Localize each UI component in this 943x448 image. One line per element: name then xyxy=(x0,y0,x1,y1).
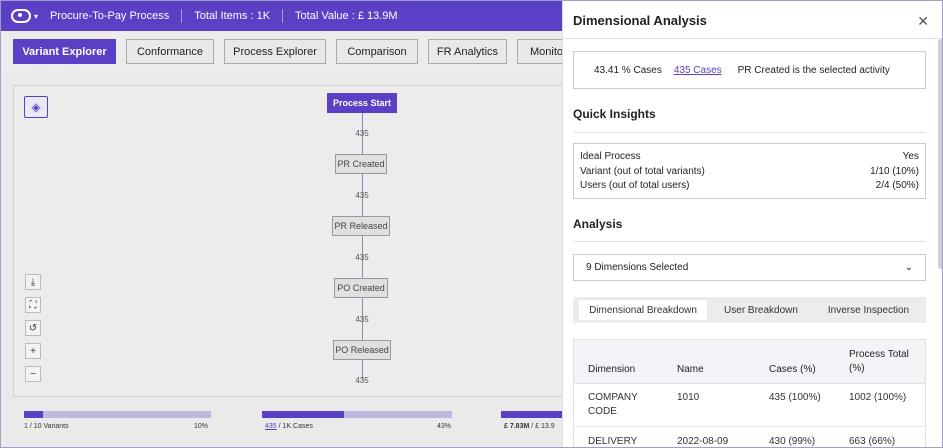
node-pr-created[interactable]: PR Created xyxy=(335,154,387,174)
variants-count: 1 / 10 Variants xyxy=(24,423,69,430)
insights-box: Ideal Process Yes Variant (out of total v… xyxy=(573,143,926,199)
tab-user-breakdown[interactable]: User Breakdown xyxy=(715,300,807,320)
table-cell: 663 (66%) xyxy=(849,436,896,447)
table-cell: 2022-08-09 xyxy=(677,436,729,447)
insight-row: Ideal Process Yes xyxy=(580,151,919,162)
cases-link[interactable]: 435 xyxy=(265,423,277,430)
variants-progress xyxy=(24,411,211,418)
divider xyxy=(573,132,926,133)
cases-pct: 43% xyxy=(437,423,452,430)
edge-label: 435 xyxy=(355,376,369,385)
divider xyxy=(573,241,926,242)
tab-conformance[interactable]: Conformance xyxy=(126,39,214,64)
tab-comparison[interactable]: Comparison xyxy=(336,39,418,64)
column-header-dimension[interactable]: Dimension xyxy=(588,363,635,377)
scrollbar[interactable] xyxy=(938,39,942,269)
column-header-name[interactable]: Name xyxy=(677,363,704,377)
value-progress xyxy=(501,411,563,418)
zoom-in-icon[interactable]: + xyxy=(25,343,41,359)
total-value: Total Value : £ 13.9M xyxy=(295,10,398,22)
process-map-canvas[interactable]: ◈ Process Start 435 PR Created 435 PR Re… xyxy=(13,85,563,397)
node-po-created[interactable]: PO Created xyxy=(334,278,388,298)
main-content: ◈ Process Start 435 PR Created 435 PR Re… xyxy=(1,73,563,447)
zoom-out-icon[interactable]: − xyxy=(25,366,41,382)
table-cell: 1002 (100%) xyxy=(849,392,907,403)
edge-label: 435 xyxy=(355,191,369,200)
layers-icon[interactable]: ◈ xyxy=(24,96,48,118)
value-count: £ 7.83M / £ 13.9 xyxy=(504,423,555,430)
column-header-cases[interactable]: Cases (%) xyxy=(769,363,816,377)
download-icon[interactable]: ⤓ xyxy=(25,274,41,290)
selection-summary: 43.41 % Cases 435 Cases PR Created is th… xyxy=(573,51,926,89)
cases-count: 435 / 1K Cases xyxy=(265,423,313,430)
insight-row: Variant (out of total variants) 1/10 (10%… xyxy=(580,165,919,177)
tab-fr-analytics[interactable]: FR Analytics xyxy=(428,39,507,64)
edge-label: 435 xyxy=(355,315,369,324)
table-cell: 1010 xyxy=(677,392,700,403)
stats-bar: 1 / 10 Variants 10% 435 / 1K Cases 43% £… xyxy=(1,403,563,447)
app-logo-icon[interactable] xyxy=(11,9,31,23)
close-icon[interactable]: ✕ xyxy=(917,13,929,30)
edge-label: 435 xyxy=(355,253,369,262)
cases-link[interactable]: 435 Cases xyxy=(674,65,722,76)
selected-activity-text: PR Created is the selected activity xyxy=(737,64,890,76)
total-items: Total Items : 1K xyxy=(194,10,271,22)
quick-insights-title: Quick Insights xyxy=(573,107,656,121)
analysis-title: Analysis xyxy=(573,217,623,231)
edge-label: 435 xyxy=(355,129,369,138)
row-divider xyxy=(574,426,925,427)
tab-process-explorer[interactable]: Process Explorer xyxy=(224,39,326,64)
analysis-subtabs: Dimensional Breakdown User Breakdown Inv… xyxy=(573,297,926,323)
table-cell: COMPANY CODE xyxy=(588,392,638,417)
node-pr-released[interactable]: PR Released xyxy=(332,216,390,236)
dimension-table: Dimension Name Cases (%) Process Total (… xyxy=(573,339,926,447)
fit-screen-icon[interactable]: ⛶ xyxy=(25,297,41,313)
panel-header: Dimensional Analysis ✕ xyxy=(563,1,942,39)
column-header-process-total[interactable]: Process Total (%) xyxy=(849,348,923,376)
process-name[interactable]: Procure-To-Pay Process xyxy=(38,10,181,22)
insight-row: Users (out of total users) 2/4 (50%) xyxy=(580,180,919,191)
dimensions-select[interactable]: 9 Dimensions Selected ⌄ xyxy=(573,254,926,281)
table-cell: 435 (100%) xyxy=(769,392,821,403)
node-po-released[interactable]: PO Released xyxy=(333,340,391,360)
table-cell: 430 (99%) xyxy=(769,436,816,447)
tab-dimensional-breakdown[interactable]: Dimensional Breakdown xyxy=(579,300,707,320)
node-process-start[interactable]: Process Start xyxy=(327,93,397,113)
tab-variant-explorer[interactable]: Variant Explorer xyxy=(13,39,116,64)
variants-pct: 10% xyxy=(194,423,209,430)
cases-progress xyxy=(262,411,452,418)
panel-title: Dimensional Analysis xyxy=(573,13,707,28)
tab-inverse-inspection[interactable]: Inverse Inspection xyxy=(817,300,920,320)
table-cell: DELIVERY xyxy=(588,436,638,447)
dimensional-analysis-panel: Dimensional Analysis ✕ 43.41 % Cases 435… xyxy=(562,1,942,447)
dimensions-select-value: 9 Dimensions Selected xyxy=(586,262,689,273)
pct-cases: 43.41 % Cases xyxy=(594,64,662,76)
reset-icon[interactable]: ↺ xyxy=(25,320,41,336)
app-window: ▾ Procure-To-Pay Process Total Items : 1… xyxy=(0,0,943,448)
chevron-down-icon: ⌄ xyxy=(904,262,913,273)
